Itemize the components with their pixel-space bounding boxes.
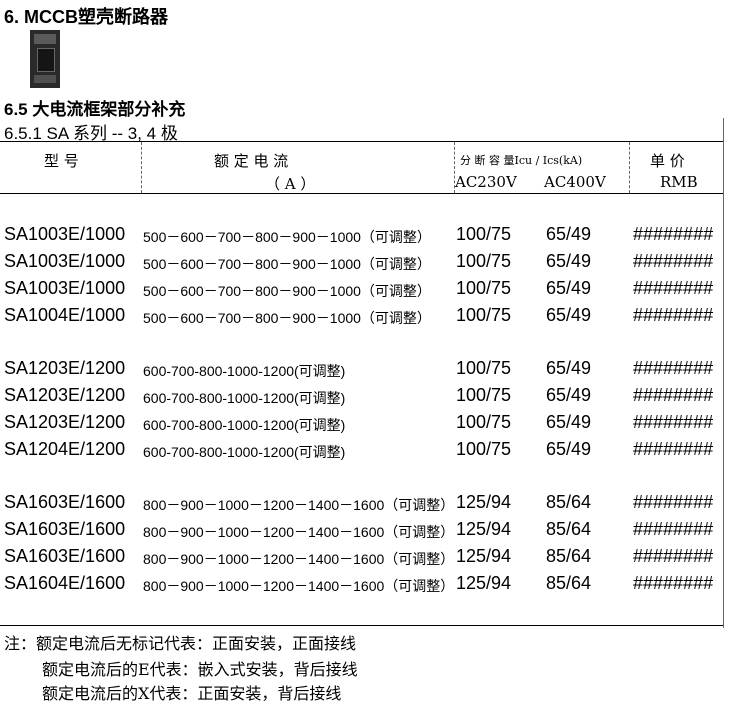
cell-model: SA1003E/1000	[4, 278, 126, 298]
note-line: 额定电流后的X代表：正面安装，背后接线	[42, 684, 342, 703]
note-line: 注：额定电流后无标记代表：正面安装，正面接线	[4, 634, 357, 653]
cell-current: 600-700-800-1000-1200(可调整)	[143, 390, 346, 406]
cell-price: ########	[633, 305, 714, 325]
header-price: 单 价	[650, 152, 685, 170]
cell-price: ########	[633, 278, 714, 298]
cell-model: SA1604E/1600	[4, 573, 126, 593]
cell-ac400: 85/64	[546, 573, 592, 593]
cell-price: ########	[633, 439, 714, 459]
cell-current: 500－600－700－800－900－1000（可调整）	[143, 229, 431, 245]
cell-ac400: 65/49	[546, 224, 592, 244]
section-title: 6.5 大电流框架部分补充	[4, 100, 186, 119]
cell-model: SA1204E/1200	[4, 439, 126, 459]
cell-current: 600-700-800-1000-1200(可调整)	[143, 363, 346, 379]
cell-model: SA1603E/1600	[4, 519, 126, 539]
cell-price: ########	[633, 412, 714, 432]
cell-model: SA1203E/1200	[4, 358, 126, 378]
header-rated-current: 额 定 电 流	[214, 152, 289, 170]
cell-ac230: 100/75	[456, 224, 512, 244]
cell-current: 500－600－700－800－900－1000（可调整）	[143, 283, 431, 299]
cell-model: SA1203E/1200	[4, 412, 126, 432]
cell-price: ########	[633, 224, 714, 244]
col-divider	[141, 142, 142, 193]
cell-ac400: 65/49	[546, 305, 592, 325]
cell-model: SA1603E/1600	[4, 546, 126, 566]
cell-current: 800－900－1000－1200－1400－1600（可调整）	[143, 551, 454, 567]
cell-ac400: 65/49	[546, 358, 592, 378]
cell-ac230: 100/75	[456, 358, 512, 378]
table-right-border	[723, 118, 724, 628]
cell-model: SA1203E/1200	[4, 385, 126, 405]
cell-ac230: 100/75	[456, 439, 512, 459]
mccb-product-image	[30, 30, 60, 88]
cell-model: SA1004E/1000	[4, 305, 126, 325]
cell-ac400: 65/49	[546, 385, 592, 405]
cell-current: 600-700-800-1000-1200(可调整)	[143, 417, 346, 433]
cell-ac230: 100/75	[456, 385, 512, 405]
cell-current: 800－900－1000－1200－1400－1600（可调整）	[143, 578, 454, 594]
cell-ac400: 85/64	[546, 492, 592, 512]
header-current-unit: （ A ）	[265, 175, 316, 193]
cell-ac400: 65/49	[546, 278, 592, 298]
cell-ac230: 125/94	[456, 546, 512, 566]
header-model: 型 号	[44, 152, 79, 170]
cell-ac230: 100/75	[456, 412, 512, 432]
cell-current: 800－900－1000－1200－1400－1600（可调整）	[143, 497, 454, 513]
cell-price: ########	[633, 385, 714, 405]
header-price-unit: RMB	[660, 173, 698, 191]
cell-ac230: 125/94	[456, 519, 512, 539]
cell-ac400: 85/64	[546, 519, 592, 539]
cell-ac230: 125/94	[456, 492, 512, 512]
header-bottom-border	[0, 193, 724, 194]
cell-ac230: 100/75	[456, 251, 512, 271]
cell-model: SA1003E/1000	[4, 251, 126, 271]
cell-price: ########	[633, 358, 714, 378]
cell-model: SA1003E/1000	[4, 224, 126, 244]
cell-ac230: 100/75	[456, 278, 512, 298]
header-breaking-capacity: 分 断 容 量Icu / Ics(kA)	[460, 154, 583, 167]
note-line: 额定电流后的E代表：嵌入式安装，背后接线	[42, 660, 358, 679]
cell-price: ########	[633, 251, 714, 271]
page-title: 6. MCCB塑壳断路器	[4, 7, 169, 27]
cell-price: ########	[633, 492, 714, 512]
header-ac230v: AC230V	[455, 173, 517, 191]
cell-current: 500－600－700－800－900－1000（可调整）	[143, 310, 431, 326]
cell-current: 500－600－700－800－900－1000（可调整）	[143, 256, 431, 272]
table-bottom-border	[0, 625, 724, 626]
cell-model: SA1603E/1600	[4, 492, 126, 512]
cell-ac400: 65/49	[546, 251, 592, 271]
col-divider	[629, 142, 630, 193]
cell-price: ########	[633, 519, 714, 539]
cell-current: 800－900－1000－1200－1400－1600（可调整）	[143, 524, 454, 540]
header-ac400v: AC400V	[544, 173, 606, 191]
cell-price: ########	[633, 546, 714, 566]
table-top-border	[0, 141, 724, 142]
cell-current: 600-700-800-1000-1200(可调整)	[143, 444, 346, 460]
cell-ac230: 100/75	[456, 305, 512, 325]
cell-ac400: 65/49	[546, 439, 592, 459]
cell-ac400: 65/49	[546, 412, 592, 432]
cell-ac400: 85/64	[546, 546, 592, 566]
cell-price: ########	[633, 573, 714, 593]
cell-ac230: 125/94	[456, 573, 512, 593]
